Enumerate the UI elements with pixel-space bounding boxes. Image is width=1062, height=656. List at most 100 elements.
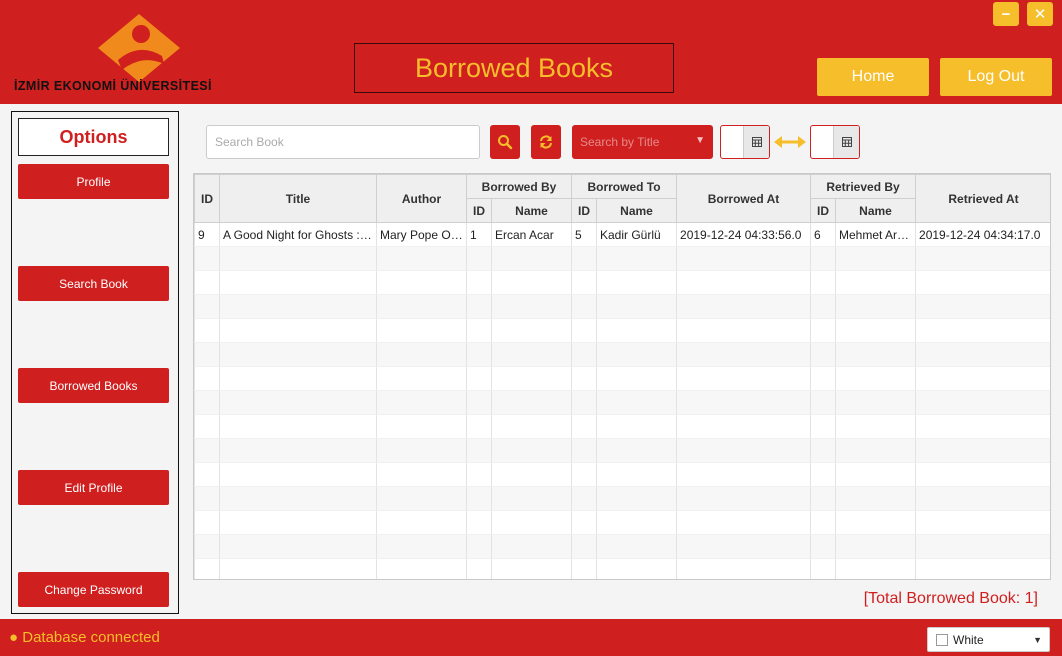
- table-row[interactable]: 9 A Good Night for Ghosts : Magic Tree H…: [194, 222, 1050, 247]
- empty-table-row[interactable]: [194, 270, 1050, 295]
- empty-cell: [219, 294, 377, 319]
- borrowed-books-table[interactable]: ID Title Author Borrowed By Borrowed To …: [193, 173, 1051, 580]
- empty-table-row[interactable]: [194, 390, 1050, 415]
- empty-cell: [595, 390, 678, 415]
- empty-cell: [810, 558, 837, 579]
- empty-cell: [466, 462, 492, 487]
- empty-table-row[interactable]: [194, 246, 1050, 271]
- home-button[interactable]: Home: [817, 58, 929, 96]
- empty-cell: [810, 462, 837, 487]
- col-title-header[interactable]: Title: [219, 174, 377, 223]
- logout-button[interactable]: Log Out: [940, 58, 1052, 96]
- sidebar-item-profile[interactable]: Profile: [18, 164, 169, 199]
- search-input[interactable]: [206, 125, 480, 159]
- col-borrowed-by-name-header[interactable]: Name: [491, 198, 572, 223]
- empty-cell: [835, 294, 917, 319]
- col-retrieved-at-header[interactable]: Retrieved At: [915, 174, 1050, 223]
- empty-table-row[interactable]: [194, 486, 1050, 511]
- empty-cell: [466, 294, 492, 319]
- close-button[interactable]: ✕: [1027, 2, 1053, 26]
- empty-cell: [676, 462, 812, 487]
- empty-cell: [595, 534, 678, 559]
- sidebar-item-change-password[interactable]: Change Password: [18, 572, 169, 607]
- cell-retrieved-by-id: 6: [810, 222, 837, 247]
- date-to-picker[interactable]: [810, 125, 860, 159]
- col-borrowed-to-name-header[interactable]: Name: [595, 198, 678, 223]
- empty-table-row[interactable]: [194, 558, 1050, 579]
- empty-table-row[interactable]: [194, 438, 1050, 463]
- empty-table-row[interactable]: [194, 318, 1050, 343]
- calendar-icon[interactable]: [743, 126, 769, 158]
- empty-cell: [915, 534, 1050, 559]
- minimize-button[interactable]: −: [993, 2, 1019, 26]
- col-borrowed-at-header[interactable]: Borrowed At: [676, 174, 812, 223]
- col-author-header[interactable]: Author: [376, 174, 467, 223]
- empty-table-row[interactable]: [194, 462, 1050, 487]
- col-retrieved-by-id-header[interactable]: ID: [810, 198, 837, 223]
- theme-checkbox[interactable]: [936, 633, 948, 646]
- empty-cell: [915, 438, 1050, 463]
- empty-cell: [194, 366, 220, 391]
- empty-cell: [595, 462, 678, 487]
- empty-cell: [376, 510, 467, 535]
- empty-table-row[interactable]: [194, 366, 1050, 391]
- empty-cell: [810, 414, 837, 439]
- empty-cell: [595, 270, 678, 295]
- empty-cell: [466, 486, 492, 511]
- date-from-picker[interactable]: [720, 125, 770, 159]
- empty-cell: [571, 270, 597, 295]
- empty-cell: [194, 390, 220, 415]
- search-by-value: Search by Title: [580, 135, 660, 149]
- search-by-select[interactable]: Search by Title ▼: [572, 125, 713, 159]
- col-borrowed-to-id-header[interactable]: ID: [571, 198, 597, 223]
- empty-table-row[interactable]: [194, 534, 1050, 559]
- empty-table-row[interactable]: [194, 414, 1050, 439]
- col-retrieved-by-name-header[interactable]: Name: [835, 198, 917, 223]
- theme-select[interactable]: White ▼: [927, 627, 1050, 652]
- empty-cell: [491, 486, 572, 511]
- empty-cell: [676, 366, 812, 391]
- empty-cell: [376, 390, 467, 415]
- col-borrowed-by-header[interactable]: Borrowed By: [466, 174, 572, 199]
- col-borrowed-by-id-header[interactable]: ID: [466, 198, 492, 223]
- col-retrieved-by-header[interactable]: Retrieved By: [810, 174, 917, 199]
- empty-cell: [219, 534, 377, 559]
- empty-cell: [595, 294, 678, 319]
- empty-cell: [835, 342, 917, 367]
- empty-cell: [595, 414, 678, 439]
- empty-cell: [571, 342, 597, 367]
- empty-cell: [219, 486, 377, 511]
- empty-cell: [466, 270, 492, 295]
- empty-table-row[interactable]: [194, 342, 1050, 367]
- empty-table-row[interactable]: [194, 510, 1050, 535]
- page-title: Borrowed Books: [354, 43, 674, 93]
- sidebar-item-search-book[interactable]: Search Book: [18, 266, 169, 301]
- empty-cell: [466, 558, 492, 579]
- cell-borrowed-to-id: 5: [571, 222, 597, 247]
- empty-cell: [219, 438, 377, 463]
- sidebar-item-borrowed-books[interactable]: Borrowed Books: [18, 368, 169, 403]
- empty-cell: [194, 294, 220, 319]
- empty-cell: [915, 246, 1050, 271]
- calendar-icon[interactable]: [833, 126, 859, 158]
- col-borrowed-to-header[interactable]: Borrowed To: [570, 174, 678, 199]
- empty-cell: [219, 510, 377, 535]
- refresh-button[interactable]: [531, 125, 561, 159]
- header: İZMİR EKONOMİ ÜNİVERSİTESİ Borrowed Book…: [0, 0, 1062, 104]
- sidebar-item-edit-profile[interactable]: Edit Profile: [18, 470, 169, 505]
- empty-cell: [219, 558, 377, 579]
- empty-cell: [376, 462, 467, 487]
- empty-table-row[interactable]: [194, 294, 1050, 319]
- empty-cell: [491, 270, 572, 295]
- search-icon: [498, 135, 513, 150]
- empty-cell: [571, 390, 597, 415]
- empty-cell: [676, 246, 812, 271]
- options-title: Options: [18, 118, 169, 156]
- empty-cell: [571, 414, 597, 439]
- col-id-header[interactable]: ID: [194, 174, 220, 223]
- empty-cell: [491, 318, 572, 343]
- search-button[interactable]: [490, 125, 520, 159]
- empty-cell: [491, 366, 572, 391]
- empty-cell: [571, 462, 597, 487]
- empty-cell: [376, 246, 467, 271]
